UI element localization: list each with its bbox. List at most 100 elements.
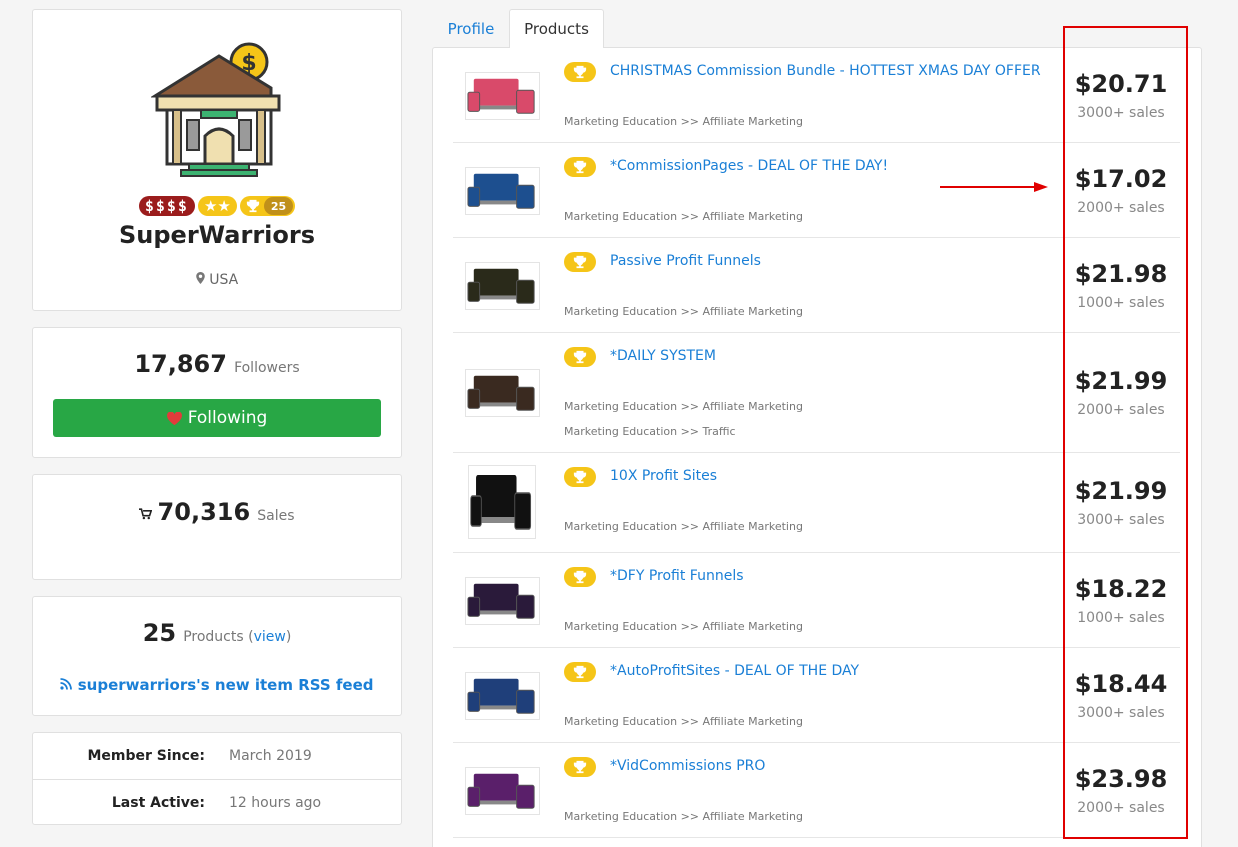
member-since-label: Member Since: xyxy=(87,748,205,764)
followers-count: 17,867 xyxy=(134,350,227,378)
product-price: $17.02 xyxy=(1074,165,1168,193)
trophy-icon xyxy=(246,199,259,213)
product-category: Marketing Education >> Affiliate Marketi… xyxy=(564,520,803,533)
trophy-icon xyxy=(564,567,596,587)
trophy-icon xyxy=(564,62,596,82)
rss-feed-link[interactable]: superwarriors's new item RSS feed xyxy=(33,676,401,694)
trophy-icon xyxy=(564,467,596,487)
product-row[interactable]: CHRISTMAS Commission Bundle - HOTTEST XM… xyxy=(453,48,1180,143)
sales-stat: 70,316 Sales xyxy=(33,498,401,526)
sales-label: Sales xyxy=(257,508,295,524)
seller-badges: $$$$ ★★ 25 xyxy=(33,196,401,216)
product-category: Marketing Education >> Affiliate Marketi… xyxy=(564,305,803,318)
product-category: Marketing Education >> Affiliate Marketi… xyxy=(564,210,803,223)
products-summary-card: 25 Products (view) superwarriors's new i… xyxy=(32,596,402,716)
product-sales: 3000+ sales xyxy=(1077,512,1165,528)
product-title-link[interactable]: *CommissionPages - DEAL OF THE DAY! xyxy=(610,158,888,174)
product-row[interactable]: *AutoProfitSites - DEAL OF THE DAY Market… xyxy=(453,648,1180,743)
trophy-icon xyxy=(564,157,596,177)
seller-location: USA xyxy=(33,272,401,288)
products-label: Products (view) xyxy=(183,629,292,645)
product-row[interactable]: *DFY Profit Funnels Marketing Education >… xyxy=(453,553,1180,648)
following-button[interactable]: Following xyxy=(53,399,381,437)
money-badge: $$$$ xyxy=(138,196,195,216)
member-since-value: March 2019 xyxy=(229,748,312,764)
products-stat: 25 Products (view) xyxy=(33,619,401,647)
product-thumbnail[interactable] xyxy=(465,577,540,625)
trophy-icon xyxy=(564,662,596,682)
product-row[interactable]: Passive Profit Funnels Marketing Educatio… xyxy=(453,238,1180,333)
last-active-label: Last Active: xyxy=(111,794,205,811)
product-title-link[interactable]: Passive Profit Funnels xyxy=(610,253,761,269)
product-price: $20.71 xyxy=(1074,70,1168,98)
product-sales: 2000+ sales xyxy=(1077,402,1165,418)
followers-stat: 17,867 Followers xyxy=(33,350,401,378)
product-thumbnail[interactable] xyxy=(465,369,540,417)
product-title-link[interactable]: *VidCommissions PRO xyxy=(610,758,765,774)
trophy-badge: 25 xyxy=(239,196,296,216)
red-arrow-annotation xyxy=(940,182,1048,192)
product-price: $21.99 xyxy=(1074,367,1168,395)
member-meta-card: Member Since: March 2019 Last Active: 12… xyxy=(32,732,402,825)
product-price: $18.22 xyxy=(1074,575,1168,603)
sales-card: 70,316 Sales xyxy=(32,474,402,580)
product-thumbnail[interactable] xyxy=(465,262,540,310)
location-text: USA xyxy=(209,272,239,288)
last-active-value: 12 hours ago xyxy=(229,794,322,811)
product-thumbnail[interactable] xyxy=(465,167,540,215)
product-sales: 1000+ sales xyxy=(1077,295,1165,311)
product-title-link[interactable]: CHRISTMAS Commission Bundle - HOTTEST XM… xyxy=(610,63,1041,79)
product-title-link[interactable]: *DFY Profit Funnels xyxy=(610,568,744,584)
product-category: Marketing Education >> Affiliate Marketi… xyxy=(564,400,803,413)
trophy-icon xyxy=(564,252,596,272)
bank-logo-icon: $ xyxy=(149,38,287,178)
view-products-link[interactable]: view xyxy=(254,629,286,645)
sales-count: 70,316 xyxy=(157,498,251,526)
followers-card: 17,867 Followers Following xyxy=(32,327,402,458)
product-thumbnail[interactable] xyxy=(465,767,540,815)
member-since-row: Member Since: March 2019 xyxy=(33,733,401,779)
rss-icon xyxy=(60,678,73,690)
product-category: Marketing Education >> Traffic xyxy=(564,425,736,438)
product-title-link[interactable]: *DAILY SYSTEM xyxy=(610,348,716,364)
product-row[interactable]: 10X Profit Sites Marketing Education >> A… xyxy=(453,453,1180,553)
product-title-link[interactable]: *AutoProfitSites - DEAL OF THE DAY xyxy=(610,663,859,679)
product-thumbnail[interactable] xyxy=(465,672,540,720)
product-category: Marketing Education >> Affiliate Marketi… xyxy=(564,715,803,728)
product-category: Marketing Education >> Affiliate Marketi… xyxy=(564,810,803,823)
heart-icon xyxy=(166,411,182,425)
seller-username: SuperWarriors xyxy=(119,221,315,249)
products-panel: CHRISTMAS Commission Bundle - HOTTEST XM… xyxy=(432,47,1202,847)
product-price: $21.98 xyxy=(1074,260,1168,288)
stars-badge: ★★ xyxy=(197,196,237,216)
product-row[interactable]: *CommissionPages - DEAL OF THE DAY! Marke… xyxy=(453,143,1180,238)
product-category: Marketing Education >> Affiliate Marketi… xyxy=(564,620,803,633)
trophy-icon xyxy=(564,757,596,777)
product-category: Marketing Education >> Affiliate Marketi… xyxy=(564,115,803,128)
followers-label: Followers xyxy=(234,360,300,376)
product-title-link[interactable]: 10X Profit Sites xyxy=(610,468,717,484)
product-sales: 2000+ sales xyxy=(1077,800,1165,816)
map-pin-icon xyxy=(195,272,205,284)
product-row[interactable]: *VidCommissions PRO Marketing Education >… xyxy=(453,743,1180,838)
tab-products[interactable]: Products xyxy=(509,9,604,48)
rss-feed-label: superwarriors's new item RSS feed xyxy=(77,676,374,694)
trophy-icon xyxy=(564,347,596,367)
last-active-row: Last Active: 12 hours ago xyxy=(33,779,401,825)
products-count: 25 xyxy=(142,619,177,647)
tab-profile[interactable]: Profile xyxy=(432,9,510,48)
product-price: $23.98 xyxy=(1074,765,1168,793)
cart-icon xyxy=(139,508,153,520)
product-price: $21.99 xyxy=(1074,477,1168,505)
product-sales: 1000+ sales xyxy=(1077,610,1165,626)
product-price: $18.44 xyxy=(1074,670,1168,698)
product-row[interactable]: *DAILY SYSTEM Marketing Education >> Affi… xyxy=(453,333,1180,453)
trophy-count: 25 xyxy=(263,197,294,215)
product-sales: 2000+ sales xyxy=(1077,200,1165,216)
product-thumbnail[interactable] xyxy=(465,72,540,120)
product-sales: 3000+ sales xyxy=(1077,105,1165,121)
following-button-label: Following xyxy=(187,408,268,428)
profile-card: $ $$$$ ★★ 25 SuperWarriors USA xyxy=(32,9,402,311)
product-sales: 3000+ sales xyxy=(1077,705,1165,721)
product-thumbnail[interactable] xyxy=(468,465,536,539)
